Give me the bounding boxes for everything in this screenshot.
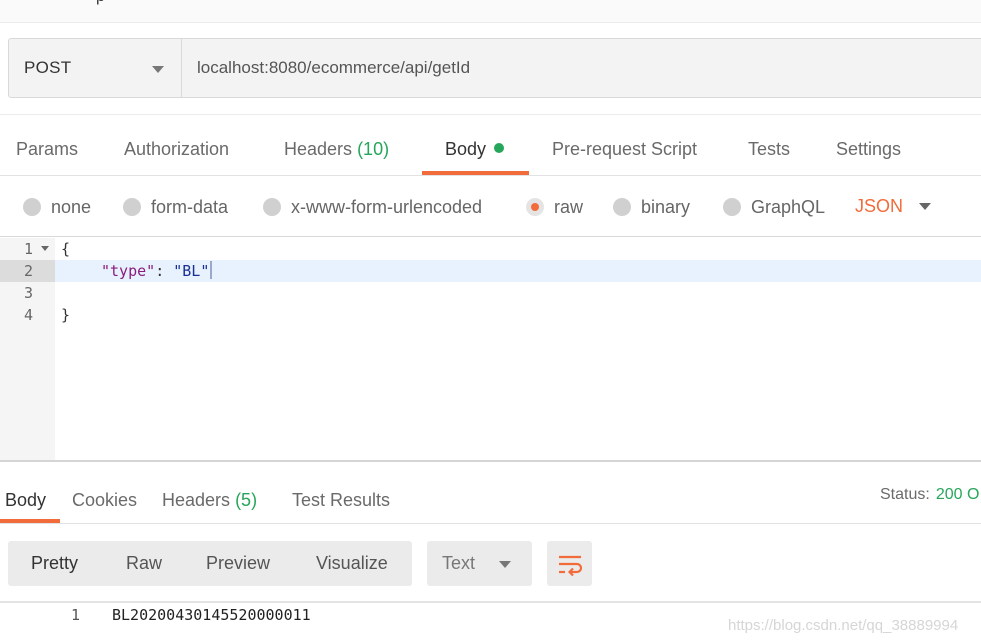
tab-headers[interactable]: Headers (10) bbox=[284, 139, 389, 160]
code-text: } bbox=[61, 306, 71, 324]
view-preview-button[interactable]: Preview bbox=[206, 553, 270, 574]
url-bar: POST localhost:8080/ecommerce/api/getId bbox=[8, 38, 981, 98]
radio-button-icon bbox=[723, 198, 741, 216]
request-body-editor[interactable]: 1 { 2 "type": "BL" 3 4 } bbox=[0, 238, 981, 462]
tab-label: Body bbox=[445, 139, 487, 159]
active-tab-underline bbox=[422, 171, 529, 175]
tab-label: Tests bbox=[748, 139, 791, 159]
radio-form-data[interactable]: form-data bbox=[123, 196, 228, 218]
radio-button-icon bbox=[23, 198, 41, 216]
editor-line-current: 2 "type": "BL" bbox=[0, 260, 981, 282]
line-number: 2 bbox=[0, 260, 55, 282]
editor-line: 3 bbox=[0, 282, 981, 304]
fold-arrow-icon[interactable] bbox=[41, 246, 49, 251]
radio-raw[interactable]: raw bbox=[526, 196, 583, 218]
method-select[interactable]: POST bbox=[9, 39, 182, 97]
line-number: 4 bbox=[24, 306, 34, 324]
radio-graphql[interactable]: GraphQL bbox=[723, 196, 825, 218]
radio-label: GraphQL bbox=[751, 196, 826, 217]
radio-none[interactable]: none bbox=[23, 196, 91, 218]
tab-label: Pre-request Script bbox=[552, 139, 698, 159]
wrap-lines-icon bbox=[558, 555, 582, 576]
radio-x-www-form-urlencoded[interactable]: x-www-form-urlencoded bbox=[263, 196, 482, 218]
radio-label: form-data bbox=[151, 196, 229, 217]
body-format-label: JSON bbox=[855, 196, 904, 216]
view-raw-button[interactable]: Raw bbox=[126, 553, 162, 574]
status-label: Status: bbox=[880, 486, 930, 503]
tab-label: Authorization bbox=[124, 139, 230, 159]
wrap-lines-button[interactable] bbox=[547, 541, 592, 586]
response-tabs: Body Cookies Headers (5) Test Results St… bbox=[0, 464, 981, 524]
text-cursor bbox=[210, 261, 213, 279]
response-tab-cookies[interactable]: Cookies bbox=[72, 490, 137, 511]
response-tab-test-results[interactable]: Test Results bbox=[292, 490, 390, 511]
response-format-select[interactable]: Text bbox=[427, 541, 532, 586]
response-headers-count: (5) bbox=[235, 490, 258, 510]
status-code[interactable]: 200 O bbox=[936, 486, 980, 503]
method-label: POST bbox=[24, 58, 72, 77]
active-response-tab-underline bbox=[0, 519, 60, 523]
radio-button-selected-icon bbox=[526, 198, 544, 216]
request-title-fragment: p bbox=[96, 0, 136, 6]
radio-label: none bbox=[51, 196, 92, 217]
json-key: "type" bbox=[101, 262, 156, 280]
response-status: Status: 200 O bbox=[880, 486, 979, 504]
body-indicator-dot bbox=[494, 143, 505, 153]
editor-line: 1 { bbox=[0, 238, 981, 260]
tab-settings[interactable]: Settings bbox=[836, 139, 901, 160]
view-pretty-button[interactable]: Pretty bbox=[31, 553, 78, 574]
chevron-down-icon bbox=[499, 561, 511, 568]
json-value: "BL" bbox=[173, 262, 210, 280]
tab-label: Test Results bbox=[292, 490, 391, 510]
view-visualize-button[interactable]: Visualize bbox=[316, 553, 388, 574]
body-format-select[interactable]: JSON bbox=[855, 196, 932, 217]
code-text: "type": "BL" bbox=[101, 260, 213, 282]
radio-label: raw bbox=[554, 196, 584, 217]
editor-line: 4 } bbox=[0, 304, 981, 326]
radio-label: x-www-form-urlencoded bbox=[291, 196, 483, 217]
chevron-down-icon bbox=[152, 66, 164, 73]
tab-label: Cookies bbox=[72, 490, 138, 510]
code-text: { bbox=[61, 240, 71, 258]
radio-button-icon bbox=[123, 198, 141, 216]
url-input[interactable]: localhost:8080/ecommerce/api/getId bbox=[182, 39, 981, 97]
headers-count: (10) bbox=[357, 139, 390, 159]
response-format-label: Text bbox=[442, 553, 476, 573]
tab-authorization[interactable]: Authorization bbox=[124, 139, 229, 160]
response-text: BL20200430145520000011 bbox=[112, 606, 311, 624]
tab-label: Headers bbox=[284, 139, 353, 159]
response-tab-headers[interactable]: Headers (5) bbox=[162, 490, 257, 511]
radio-binary[interactable]: binary bbox=[613, 196, 690, 218]
json-separator: : bbox=[155, 262, 174, 280]
body-type-options: none form-data x-www-form-urlencoded raw… bbox=[0, 176, 981, 237]
tab-body[interactable]: Body bbox=[445, 139, 505, 160]
radio-button-icon bbox=[263, 198, 281, 216]
tab-label: Params bbox=[16, 139, 79, 159]
response-tab-body[interactable]: Body bbox=[5, 490, 46, 511]
tab-pre-request-script[interactable]: Pre-request Script bbox=[552, 139, 697, 160]
tab-label: Headers bbox=[162, 490, 231, 510]
tab-tests[interactable]: Tests bbox=[748, 139, 790, 160]
line-number: 3 bbox=[24, 284, 34, 302]
line-number: 1 bbox=[71, 606, 81, 624]
request-tabs: Params Authorization Headers (10) Body P… bbox=[0, 114, 981, 176]
chevron-down-icon bbox=[919, 203, 932, 210]
window-top-strip: p bbox=[0, 0, 981, 23]
tab-label: Settings bbox=[836, 139, 902, 159]
radio-button-icon bbox=[613, 198, 631, 216]
tab-label: Body bbox=[5, 490, 47, 510]
tab-params[interactable]: Params bbox=[16, 139, 78, 160]
response-view-modes: Pretty Raw Preview Visualize bbox=[8, 541, 412, 586]
watermark: https://blog.csdn.net/qq_38889994 bbox=[728, 617, 959, 634]
radio-label: binary bbox=[641, 196, 691, 217]
